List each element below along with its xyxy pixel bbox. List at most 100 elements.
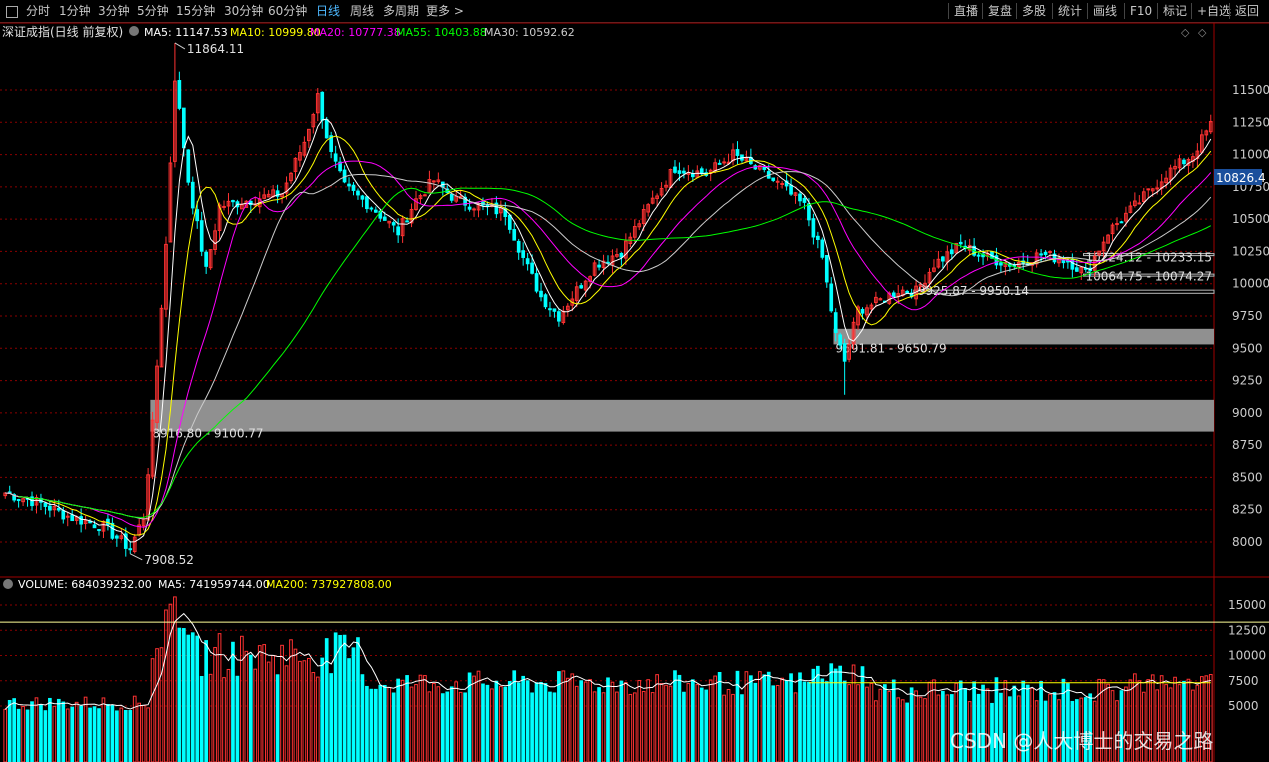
volume-bar <box>445 691 450 762</box>
candle-body <box>1043 251 1048 255</box>
candle-body <box>360 195 365 200</box>
volume-bar <box>347 658 351 762</box>
volume-bar <box>713 675 717 762</box>
candle-body <box>97 529 101 532</box>
candle-body <box>16 499 21 502</box>
volume-bar <box>271 655 275 762</box>
volume-bar <box>525 680 530 762</box>
candle-body <box>472 208 476 211</box>
volume-bar <box>695 684 700 762</box>
volume-bar <box>887 690 892 762</box>
volume-bar <box>914 690 918 762</box>
volume-bar <box>369 688 374 762</box>
price-axis-tick: 11500 <box>1232 83 1269 97</box>
price-axis-tick: 11250 <box>1232 115 1269 129</box>
volume-bar <box>48 697 52 762</box>
volume-axis-tick: 10000 <box>1228 649 1266 663</box>
candle-body <box>860 308 865 314</box>
candle-body <box>816 235 820 240</box>
volume-bar <box>101 697 106 762</box>
candle-body <box>798 193 802 202</box>
volume-bar <box>816 665 820 762</box>
volume-bar <box>387 687 392 762</box>
support-zone <box>150 399 1215 432</box>
candle-body <box>619 252 624 258</box>
candle-body <box>530 262 534 274</box>
volume-bar <box>190 632 195 762</box>
volume-bar <box>382 685 387 762</box>
volume-bar <box>909 687 914 762</box>
volume-bar <box>507 681 512 762</box>
volume-bar <box>235 675 240 762</box>
volume-bar <box>802 681 807 762</box>
candle-body <box>735 149 740 156</box>
volume-bar <box>793 692 798 762</box>
volume-bar <box>757 671 762 762</box>
volume-bar <box>606 677 610 762</box>
candle-body <box>347 183 351 187</box>
volume-bar <box>123 709 128 762</box>
volume-bar <box>119 707 124 762</box>
volume-bar <box>762 674 767 762</box>
candle-body <box>351 184 356 191</box>
volume-bar <box>874 700 878 762</box>
price-axis-tick: 10250 <box>1232 244 1269 258</box>
volume-bar <box>164 609 168 762</box>
volume-bar <box>253 668 258 762</box>
volume-bar <box>722 694 726 762</box>
candle-body <box>92 524 97 529</box>
candle-body <box>838 334 843 346</box>
stock-chart[interactable]: 8000 8250 8500 8750 9000 9250 9500 9750 10000 102… <box>0 0 1269 762</box>
volume-bar <box>690 679 695 762</box>
volume-bar <box>195 635 200 762</box>
volume-bar <box>65 708 70 762</box>
volume-bar <box>503 686 508 762</box>
volume-bar <box>561 670 566 762</box>
volume-axis-tick: 7500 <box>1228 674 1259 688</box>
volume-bar <box>516 682 521 762</box>
volume-bar <box>25 709 30 762</box>
volume-bar <box>789 673 793 762</box>
candle-body <box>1182 159 1186 165</box>
candle-body <box>432 180 436 183</box>
candle-body <box>396 226 400 236</box>
volume-bar <box>579 680 584 762</box>
volume-bar <box>150 658 155 762</box>
volume-bar <box>83 696 88 762</box>
volume-bar <box>650 692 655 762</box>
volume-bar <box>499 685 503 762</box>
candle-body <box>48 505 52 511</box>
volume-bar <box>628 693 633 762</box>
volume-legend-label: MA5: 741959744.00 <box>158 578 270 591</box>
volume-bar <box>186 634 191 762</box>
price-axis-tick: 9750 <box>1232 309 1263 323</box>
volume-bar <box>490 688 494 762</box>
candle-body <box>905 290 909 294</box>
candle-body <box>320 91 325 121</box>
volume-bar <box>824 681 829 762</box>
volume-bar <box>753 682 758 762</box>
volume-bar <box>351 647 356 762</box>
volume-bar <box>266 661 271 762</box>
volume-bar <box>204 640 208 762</box>
volume-bar <box>856 684 860 762</box>
candle-body <box>222 205 226 208</box>
volume-bar <box>449 686 454 762</box>
volume-bar <box>632 692 637 762</box>
candle-body <box>543 294 548 308</box>
price-axis-tick: 8000 <box>1232 535 1263 549</box>
volume-bar <box>177 627 182 762</box>
candle-body <box>70 514 75 522</box>
volume-bar <box>668 685 673 762</box>
candle-body <box>811 218 816 238</box>
volume-bar <box>56 698 61 762</box>
ma-legend-label: MA55: 10403.88 <box>396 26 487 39</box>
candle-body <box>467 206 472 210</box>
volume-bar <box>570 673 575 762</box>
volume-bar <box>132 695 137 762</box>
volume-bar <box>896 697 901 762</box>
volume-bar <box>365 685 369 762</box>
volume-bar <box>432 683 436 762</box>
volume-bar <box>418 674 423 762</box>
candle-body <box>597 264 601 268</box>
